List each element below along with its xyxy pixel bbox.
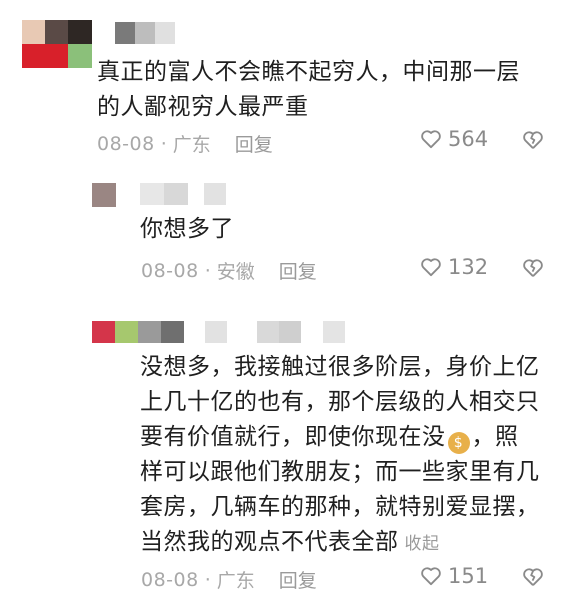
like-button[interactable]: 151 (420, 564, 488, 588)
comment-location: 广东 (216, 570, 255, 592)
comment-date: 08-08 (141, 568, 199, 591)
dislike-button[interactable] (522, 567, 544, 591)
heart-outline-icon (421, 258, 441, 277)
comment-meta: 08-08 · 安徽 回复 (141, 257, 317, 284)
comment-date: 08-08 (141, 259, 199, 282)
reply-button[interactable]: 回复 (235, 130, 273, 157)
money-bag-icon: $ (447, 432, 470, 454)
comment-meta: 08-08 · 广东 回复 (97, 130, 273, 157)
avatar[interactable] (22, 20, 92, 68)
comment-line: 要有价值就行，即使你现在没 $ ，照 (140, 420, 560, 455)
separator-dot: · (204, 568, 211, 591)
like-button[interactable]: 564 (420, 127, 488, 151)
comment-line: 样可以跟他们教朋友；而一些家里有几 (140, 459, 540, 485)
like-count: 564 (448, 127, 489, 151)
avatar[interactable] (92, 321, 184, 343)
comment-text: 你想多了 (140, 216, 234, 242)
comment-location: 安徽 (216, 261, 255, 283)
separator-dot: · (204, 259, 211, 282)
username-redacted[interactable] (140, 183, 240, 205)
comment-line: 上几十亿的也有，那个层级的人相交只 (140, 389, 540, 415)
username-redacted[interactable] (205, 321, 345, 343)
dislike-button[interactable] (522, 258, 544, 282)
comment-location: 广东 (172, 134, 211, 156)
comment-date: 08-08 (97, 132, 155, 155)
broken-heart-icon (523, 259, 543, 277)
like-count: 151 (448, 564, 489, 588)
heart-outline-icon (421, 567, 441, 586)
avatar[interactable] (92, 183, 116, 207)
comment-text: 真正的富人不会瞧不起穷人，中间那一层 的人鄙视穷人最严重 (97, 59, 520, 120)
separator-dot: · (160, 132, 167, 155)
comment-line: 套房，几辆车的那种，就特别爱显摆， (140, 494, 540, 520)
comment-line: 当然我的观点不代表全部 收起 (140, 529, 440, 555)
like-button[interactable]: 132 (420, 255, 488, 279)
broken-heart-icon (523, 568, 543, 586)
dislike-button[interactable] (522, 130, 544, 154)
collapse-button[interactable]: 收起 (405, 534, 440, 554)
like-count: 132 (448, 255, 489, 279)
reply-button[interactable]: 回复 (279, 566, 317, 593)
broken-heart-icon (523, 131, 543, 149)
comment-meta: 08-08 · 广东 回复 (141, 566, 317, 593)
reply-button[interactable]: 回复 (279, 257, 317, 284)
heart-outline-icon (421, 130, 441, 149)
comment-line: 没想多，我接触过很多阶层，身价上亿 (140, 354, 540, 380)
username-redacted[interactable] (115, 22, 175, 44)
comment-text: 没想多，我接触过很多阶层，身价上亿 上几十亿的也有，那个层级的人相交只 要有价值… (140, 350, 560, 562)
